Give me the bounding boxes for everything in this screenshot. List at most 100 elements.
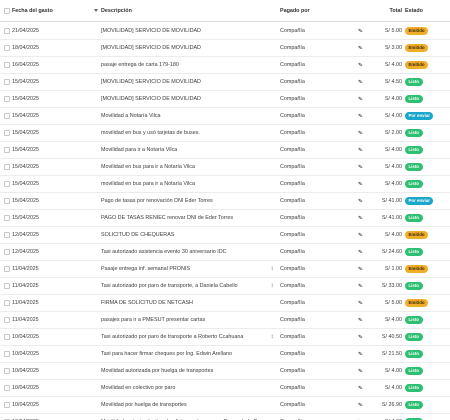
checkbox-box[interactable] [4,79,10,85]
row-checkbox[interactable] [2,108,12,124]
checkbox-box[interactable] [4,300,10,306]
paperclip-icon[interactable]: ✒ [355,159,365,175]
paperclip-icon[interactable]: ✒ [356,400,365,409]
column-header-status[interactable]: Estado [405,0,445,21]
paperclip-icon[interactable]: ✒ [355,363,365,379]
row-checkbox[interactable] [2,414,12,420]
paperclip-icon[interactable]: ✒ [355,23,365,39]
paperclip-icon[interactable]: ✒ [355,244,365,260]
checkbox-box[interactable] [4,62,10,68]
row-checkbox[interactable] [2,312,12,328]
table-row[interactable]: 15/04/2025 Pago de tasas por renovación D… [0,193,450,210]
checkbox-box[interactable] [4,232,10,238]
row-checkbox[interactable] [2,244,12,260]
checkbox-box[interactable] [4,130,10,136]
row-checkbox[interactable] [2,210,12,226]
checkbox-box[interactable] [4,368,10,374]
chevron-down-icon[interactable] [94,9,98,12]
paperclip-icon[interactable]: ✒ [355,380,365,396]
row-checkbox[interactable] [2,74,12,90]
checkbox-box[interactable] [4,215,10,221]
row-checkbox[interactable] [2,295,12,311]
table-row[interactable]: 10/04/2025 Taxi para hacer firmar cheques… [0,346,450,363]
paperclip-icon[interactable]: ✒ [355,125,365,141]
row-checkbox[interactable] [2,23,12,39]
checkbox-box[interactable] [4,317,10,323]
row-checkbox[interactable] [2,125,12,141]
paperclip-icon[interactable]: ✒ [356,247,365,256]
row-checkbox[interactable] [2,227,12,243]
paperclip-icon[interactable]: ✒ [355,312,365,328]
paperclip-icon[interactable]: ✒ [356,349,365,358]
paperclip-icon[interactable]: ✒ [355,193,365,209]
row-checkbox[interactable] [2,329,12,345]
paperclip-icon[interactable]: ✒ [356,145,365,154]
row-checkbox[interactable] [2,346,12,362]
table-row[interactable]: 15/04/2025 Movilidad en bus para ir a Not… [0,159,450,176]
row-checkbox[interactable] [2,142,12,158]
table-row[interactable]: 11/04/2025 pasajes para ir a PMESUT prese… [0,312,450,329]
table-row[interactable]: 15/04/2025 PAGO DE TASAS RENIEC renovar D… [0,210,450,227]
table-row[interactable]: 10/04/2025 Movilidad autorizada por huelg… [0,363,450,380]
paperclip-icon[interactable]: ✒ [356,111,365,120]
paperclip-icon[interactable]: ✒ [356,94,365,103]
paperclip-icon[interactable]: ✒ [356,196,365,205]
paperclip-icon[interactable]: ✒ [356,366,365,375]
paperclip-icon[interactable]: ✒ [355,91,365,107]
row-checkbox[interactable] [2,363,12,379]
checkbox-box[interactable] [4,181,10,187]
paperclip-icon[interactable]: ✒ [355,227,365,243]
checkbox-box[interactable] [4,7,10,14]
paperclip-icon[interactable]: ✒ [355,176,365,192]
checkbox-box[interactable] [4,147,10,153]
table-row[interactable]: 16/04/2025 pasaje entrega de carta 179-18… [0,57,450,74]
table-row[interactable]: 10/04/2025 Movilidad en taxi colectivo de… [0,414,450,420]
table-row[interactable]: 12/04/2025 SOLICITUD DE CHEQUERAS Compañía… [0,227,450,244]
row-checkbox[interactable] [2,397,12,413]
table-row[interactable]: 11/04/2025 Taxi autorizado por paro de tr… [0,278,450,295]
paperclip-icon[interactable]: ✒ [356,60,365,69]
paperclip-icon[interactable]: ✒ [356,43,365,52]
checkbox-box[interactable] [4,45,10,51]
column-header-paid-by[interactable]: Pagado por [280,0,355,21]
paperclip-icon[interactable]: ✒ [356,179,365,188]
checkbox-box[interactable] [4,249,10,255]
paperclip-icon[interactable]: ✒ [356,281,365,290]
select-all-checkbox[interactable] [2,0,12,21]
table-row[interactable]: 12/04/2025 Taxi autorizado asistencia eve… [0,244,450,261]
checkbox-box[interactable] [4,266,10,272]
column-header-date[interactable]: Fecha del gasto [12,0,90,21]
checkbox-box[interactable] [4,351,10,357]
table-row[interactable]: 11/04/2025 Pasaje entrega inf. semanal PR… [0,261,450,278]
paperclip-icon[interactable]: ✒ [356,315,365,324]
table-row[interactable]: 10/04/2025 Taxi autorizado por paro de tr… [0,329,450,346]
checkbox-box[interactable] [4,113,10,119]
column-header-description[interactable]: Descripción [101,0,269,21]
paperclip-icon[interactable]: ✒ [356,298,365,307]
paperclip-icon[interactable]: ✒ [355,261,365,277]
paperclip-icon[interactable]: ✒ [356,26,365,35]
checkbox-box[interactable] [4,96,10,102]
paperclip-icon[interactable]: ✒ [355,295,365,311]
paperclip-icon[interactable]: ✒ [355,210,365,226]
table-row[interactable]: 15/04/2025 movilidad en bus para ir a Not… [0,176,450,193]
paperclip-icon[interactable]: ✒ [355,108,365,124]
table-row[interactable]: 10/04/2025 Movilidad en colectivo por par… [0,380,450,397]
table-row[interactable]: 10/04/2025 Movilidad por huelga de transp… [0,397,450,414]
row-checkbox[interactable] [2,40,12,56]
sort-chevron-down-icon[interactable] [92,0,100,21]
paperclip-icon[interactable]: ✒ [356,77,365,86]
table-row[interactable]: 15/04/2025 movilidad en bus y usó tarjeta… [0,125,450,142]
paperclip-icon[interactable]: ✒ [355,329,365,345]
paperclip-icon[interactable]: ✒ [355,142,365,158]
row-checkbox[interactable] [2,91,12,107]
checkbox-box[interactable] [4,164,10,170]
row-checkbox[interactable] [2,261,12,277]
paperclip-icon[interactable]: ✒ [356,383,365,392]
paperclip-icon[interactable]: ✒ [355,278,365,294]
row-checkbox[interactable] [2,278,12,294]
row-checkbox[interactable] [2,193,12,209]
checkbox-box[interactable] [4,283,10,289]
table-row[interactable]: 15/04/2025 [MOVILIDAD] SERVICIO DE MOVILI… [0,91,450,108]
paperclip-icon[interactable]: ✒ [355,414,365,420]
